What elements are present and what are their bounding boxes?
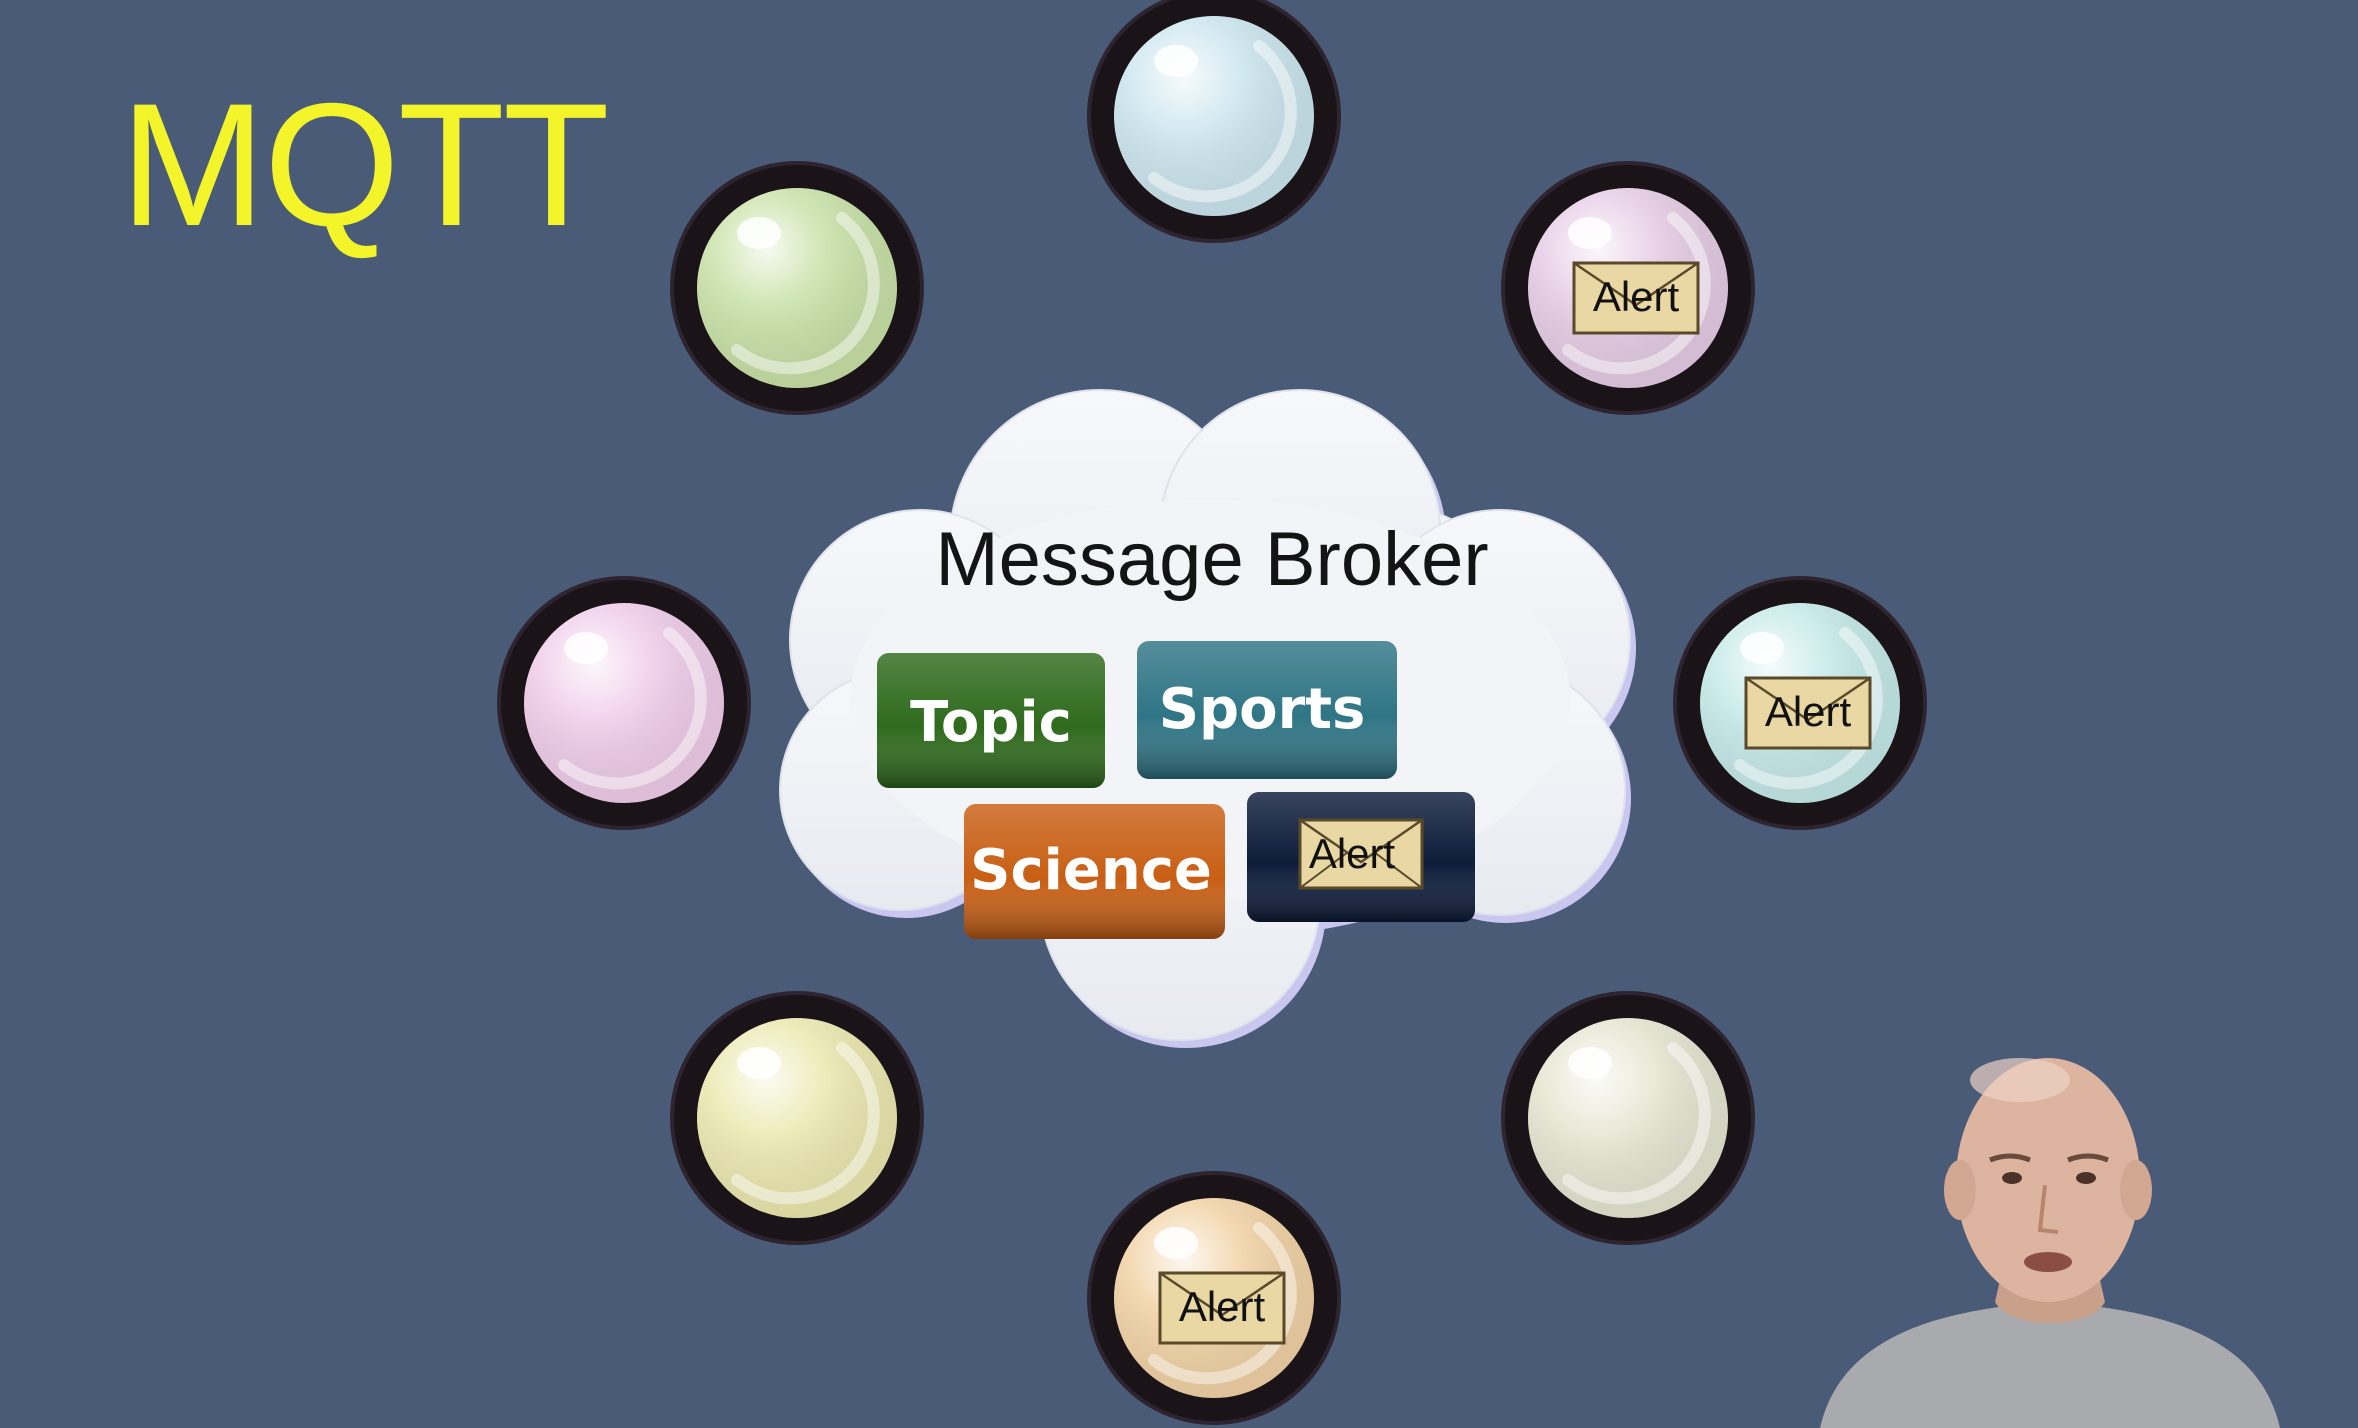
client-orb-upper-left [670,161,924,415]
envelope-icon: Alert [1744,676,1872,750]
topic-tile-science-label: Science [970,838,1212,903]
client-orb-upper-right: Alert [1501,161,1755,415]
topic-tile-topic-label: Topic [910,690,1072,755]
client-orb-lower-left [670,991,924,1245]
client-orb-right: Alert [1673,576,1927,830]
client-orb-bottom: Alert [1087,1171,1341,1425]
topic-tile-sports-label: Sports [1159,677,1366,742]
slide: MQTT Message Broker Topic Sports Science… [0,0,2358,1428]
client-orb-left [497,576,751,830]
client-orb-top [1087,0,1341,243]
broker-title: Message Broker [935,517,1488,602]
envelope-label: Alert [1765,688,1852,735]
topic-tile-sports: Sports [1137,641,1397,779]
topic-tile-alert: Alert [1247,792,1475,922]
envelope-icon: Alert [1572,261,1700,335]
presenter-video [1820,1058,2280,1428]
envelope-icon: Alert [1298,818,1424,890]
topic-tile-topic: Topic [877,653,1105,788]
topic-tile-alert-label: Alert [1309,830,1396,877]
envelope-icon: Alert [1158,1271,1286,1345]
client-orb-lower-right [1501,991,1755,1245]
envelope-label: Alert [1179,1283,1266,1330]
topic-tile-science: Science [964,804,1225,939]
envelope-label: Alert [1593,273,1680,320]
